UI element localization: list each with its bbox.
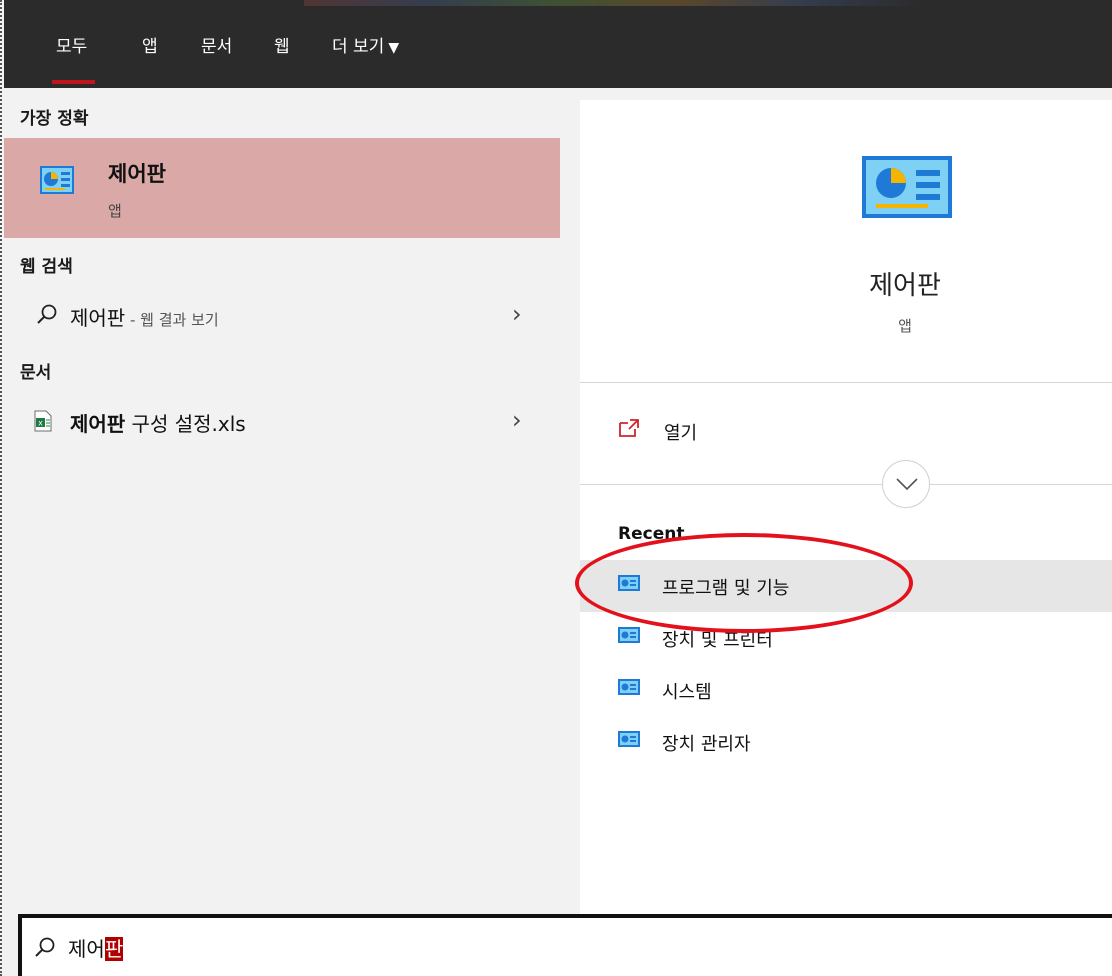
search-icon [34,936,56,962]
divider [580,484,1112,485]
background-strip [304,0,924,6]
document-result-rest: 구성 설정.xls [125,412,246,436]
search-query-text: 제어 [68,937,105,961]
recent-item-device-manager[interactable]: 장치 관리자 [580,716,1112,768]
recent-item-system[interactable]: 시스템 [580,664,1112,716]
document-result-bold: 제어판 [70,412,126,436]
tab-apps[interactable]: 앱 [142,30,158,64]
expand-button[interactable] [882,460,930,508]
recent-item-label: 시스템 [662,682,712,703]
document-result-text: 제어판 구성 설정.xls [70,408,246,437]
tab-web[interactable]: 웹 [274,30,290,64]
tab-more[interactable]: 더 보기 ▼ [332,30,399,64]
search-icon [36,303,58,329]
tab-apps-label: 앱 [142,37,158,57]
web-result-text: 제어판 - 웹 결과 보기 [70,302,219,331]
open-icon [618,418,640,442]
recent-item-devices-and-printers[interactable]: 장치 및 프린터 [580,612,1112,664]
document-result-row[interactable]: x 제어판 구성 설정.xls › [4,396,560,448]
divider [580,382,1112,383]
best-match-subtitle: 앱 [108,202,122,220]
best-match-heading: 가장 정확 [20,109,89,129]
recent-item-label: 장치 및 프린터 [662,630,773,651]
control-panel-icon [618,627,640,647]
recent-item-programs-and-features[interactable]: 프로그램 및 기능 [580,560,1112,612]
tab-all[interactable]: 모두 [51,30,96,84]
svg-text:x: x [38,419,43,428]
recent-item-label: 프로그램 및 기능 [662,578,790,599]
preview-app-subtitle: 앱 [898,317,912,335]
web-result-query: 제어판 [70,306,126,330]
control-panel-icon [40,166,74,198]
chevron-down-icon [896,478,918,491]
search-box[interactable]: 제어판 [18,914,1112,976]
documents-heading: 문서 [20,363,52,383]
control-panel-icon [618,575,640,595]
tab-more-label: 더 보기 [332,37,385,57]
chevron-right-icon: › [512,300,522,328]
control-panel-icon [618,731,640,751]
caret-down-icon: ▼ [388,40,400,56]
results-panel: 가장 정확 제어판 앱 웹 검색 제어판 - 웹 결과 보기 › 문서 x 제어… [4,88,560,948]
open-label: 열기 [664,423,698,444]
best-match-result[interactable]: 제어판 앱 [4,138,560,238]
preview-app-title: 제어판 [869,271,941,301]
filter-tab-bar: 모두 앱 문서 웹 더 보기 ▼ [4,0,1112,88]
web-result-suffix: - 웹 결과 보기 [125,311,219,329]
chevron-right-icon: › [512,406,522,434]
control-panel-icon [618,679,640,699]
search-window: 모두 앱 문서 웹 더 보기 ▼ 가장 정확 제어판 앱 웹 검색 제어판 - … [0,0,1112,976]
tab-web-label: 웹 [274,37,290,57]
web-search-heading: 웹 검색 [20,257,73,277]
tab-documents-label: 문서 [201,37,233,57]
best-match-title: 제어판 [108,162,166,186]
excel-file-icon: x [34,410,52,436]
search-query-highlight: 판 [104,937,124,961]
tab-all-label: 모두 [56,37,88,57]
search-query[interactable]: 제어판 [68,933,124,962]
tab-documents[interactable]: 문서 [201,30,232,64]
web-result-row[interactable]: 제어판 - 웹 결과 보기 › [4,290,560,342]
recent-heading: Recent [618,524,685,544]
recent-item-label: 장치 관리자 [662,734,751,755]
control-panel-large-icon [862,156,952,222]
preview-panel: 제어판 앱 열기 Recent 프로그램 및 기능 장치 및 프린터 시스템 장… [580,100,1112,915]
